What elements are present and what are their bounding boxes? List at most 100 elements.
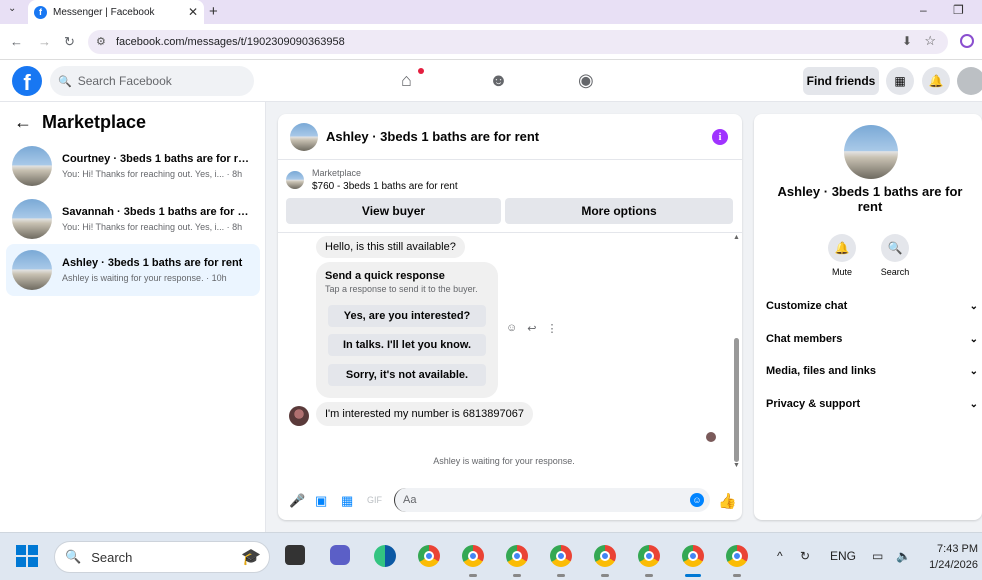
- chat-listing-avatar[interactable]: [290, 122, 318, 151]
- running-indicator: [601, 574, 609, 577]
- restore-icon[interactable]: ❐: [953, 3, 964, 17]
- url-field[interactable]: ⚙ facebook.com/messages/t/19023090903639…: [88, 30, 948, 54]
- chat-title[interactable]: Ashley · 3beds 1 baths are for rent: [326, 129, 539, 144]
- bookmark-star-icon[interactable]: ☆: [924, 33, 936, 49]
- chat-members-section[interactable]: Chat members ⌄: [766, 329, 978, 349]
- chrome-profile-icon[interactable]: [638, 545, 660, 567]
- privacy-support-section[interactable]: Privacy & support ⌄: [766, 394, 978, 414]
- conversation-preview: You: Hi! Thanks for reaching out. Yes, i…: [62, 222, 243, 232]
- home-icon[interactable]: ⌂: [401, 70, 412, 91]
- teams-icon[interactable]: [330, 545, 350, 565]
- section-label: Privacy & support: [766, 398, 861, 410]
- site-info-icon[interactable]: ⚙: [96, 35, 106, 48]
- marketplace-listing-strip[interactable]: Marketplace $760 - 3beds 1 baths are for…: [286, 168, 458, 192]
- message-input[interactable]: Aa ☺: [394, 488, 710, 512]
- home-notification-dot: [418, 68, 424, 74]
- quick-response-option[interactable]: In talks. I'll let you know.: [328, 334, 486, 356]
- chrome-profile-icon[interactable]: [506, 545, 528, 567]
- customize-chat-section[interactable]: Customize chat ⌄: [766, 296, 978, 316]
- url-text: facebook.com/messages/t/1902309090363958: [116, 36, 345, 48]
- groups-icon[interactable]: ◉: [578, 70, 594, 91]
- view-buyer-button[interactable]: View buyer: [286, 198, 501, 224]
- chat-window: Ashley · 3beds 1 baths are for rent i Ma…: [278, 114, 742, 520]
- microphone-icon[interactable]: 🎤: [289, 493, 305, 509]
- tab-title: Messenger | Facebook: [53, 6, 155, 18]
- notifications-bell-icon[interactable]: 🔔: [922, 67, 950, 95]
- tab-search-chevron-icon[interactable]: ⌄: [8, 3, 16, 14]
- chat-header: Ashley · 3beds 1 baths are for rent i: [278, 114, 742, 160]
- scrollbar-thumb[interactable]: [734, 338, 739, 462]
- photo-icon[interactable]: ▣: [315, 493, 327, 509]
- chrome-profile-icon[interactable]: [462, 545, 484, 567]
- task-view-icon[interactable]: [285, 545, 305, 565]
- more-vertical-icon[interactable]: ⋮: [546, 322, 557, 335]
- chat-scrollbar[interactable]: ▲ ▼: [732, 234, 742, 474]
- back-arrow-icon[interactable]: ←: [14, 112, 32, 133]
- chrome-profile-icon[interactable]: [550, 545, 572, 567]
- system-clock[interactable]: 7:43 PM 1/24/2026: [922, 541, 978, 573]
- conversation-preview: Ashley is waiting for your response. · 1…: [62, 273, 227, 283]
- find-friends-button[interactable]: Find friends: [803, 67, 879, 95]
- quick-response-option[interactable]: Sorry, it's not available.: [328, 364, 486, 386]
- back-icon[interactable]: ←: [10, 34, 23, 49]
- quick-response-option[interactable]: Yes, are you interested?: [328, 305, 486, 327]
- address-bar-row: ← → ↻ ⚙ facebook.com/messages/t/19023090…: [0, 24, 982, 60]
- conversation-item-active[interactable]: Ashley · 3beds 1 baths are for rent Ashl…: [6, 244, 260, 296]
- close-tab-icon[interactable]: ✕: [188, 5, 198, 19]
- media-files-links-section[interactable]: Media, files and links ⌄: [766, 361, 978, 381]
- gif-icon[interactable]: GIF: [367, 495, 382, 505]
- section-label: Customize chat: [766, 300, 848, 312]
- quick-response-card: Send a quick response Tap a response to …: [316, 262, 498, 398]
- divider: [278, 232, 742, 233]
- marketplace-header: ← Marketplace: [14, 112, 146, 133]
- chat-details-panel: Ashley · 3beds 1 baths are for rent 🔔 Mu…: [754, 114, 982, 520]
- taskbar-search[interactable]: 🔍 Search 🎓: [54, 541, 270, 573]
- more-options-button[interactable]: More options: [505, 198, 733, 224]
- browser-tab-messenger[interactable]: f Messenger | Facebook ✕: [28, 0, 204, 24]
- conversation-item[interactable]: Savannah · 3beds 1 baths are for r... Yo…: [6, 193, 260, 245]
- edge-icon[interactable]: [374, 545, 396, 567]
- browser-tab-strip: ⌄ f Messenger | Facebook ✕ + – ❐: [0, 0, 982, 24]
- section-label: Chat members: [766, 333, 843, 345]
- chrome-icon[interactable]: [418, 545, 440, 567]
- new-tab-icon[interactable]: +: [209, 3, 218, 20]
- account-avatar[interactable]: [957, 67, 982, 95]
- sticker-icon[interactable]: ▦: [341, 493, 353, 509]
- friends-icon[interactable]: ☻: [489, 70, 508, 91]
- language-indicator[interactable]: ENG: [830, 549, 856, 563]
- network-icon[interactable]: ▭: [872, 549, 883, 563]
- reply-icon[interactable]: ↩: [527, 322, 536, 335]
- sender-avatar[interactable]: [289, 406, 309, 426]
- mute-action[interactable]: 🔔 Mute: [817, 234, 867, 277]
- scroll-up-icon[interactable]: ▲: [733, 234, 740, 241]
- chrome-profile-icon[interactable]: [726, 545, 748, 567]
- minimize-icon[interactable]: –: [920, 3, 927, 17]
- chrome-profile-icon[interactable]: [594, 545, 616, 567]
- install-app-icon[interactable]: ⬇: [902, 34, 912, 48]
- running-indicator: [469, 574, 477, 577]
- compose-bar: 🎤 ▣ ▦ GIF Aa ☺ 👍: [278, 484, 742, 520]
- show-hidden-icons-chevron-icon[interactable]: ^: [777, 549, 783, 563]
- thumbs-up-icon[interactable]: 👍: [718, 492, 737, 510]
- forward-icon[interactable]: →: [38, 34, 51, 49]
- menu-grid-icon[interactable]: ▦: [886, 67, 914, 95]
- sync-icon[interactable]: ↻: [800, 549, 810, 563]
- emoji-icon[interactable]: ☺: [690, 493, 704, 507]
- active-indicator: [685, 574, 701, 577]
- chrome-profile-icon-active[interactable]: [682, 545, 704, 567]
- info-icon[interactable]: i: [712, 129, 728, 145]
- search-action[interactable]: 🔍 Search: [870, 234, 920, 277]
- facebook-header: f 🔍 Search Facebook ⌂ ☻ ◉ Find friends ▦…: [0, 60, 982, 102]
- facebook-logo-icon[interactable]: f: [12, 66, 42, 96]
- browser-profile-icon[interactable]: [960, 34, 974, 48]
- scroll-down-icon[interactable]: ▼: [733, 462, 740, 469]
- windows-start-icon[interactable]: [16, 545, 38, 567]
- react-emoji-icon[interactable]: ☺: [506, 322, 517, 335]
- reload-icon[interactable]: ↻: [64, 34, 75, 50]
- facebook-search-input[interactable]: 🔍 Search Facebook: [50, 66, 254, 96]
- volume-icon[interactable]: 🔈: [896, 549, 911, 563]
- seen-indicator-avatar: [706, 432, 716, 442]
- listing-thumbnail: [12, 199, 52, 239]
- mute-label: Mute: [831, 267, 852, 277]
- conversation-item[interactable]: Courtney · 3beds 1 baths are for rent Yo…: [6, 140, 260, 192]
